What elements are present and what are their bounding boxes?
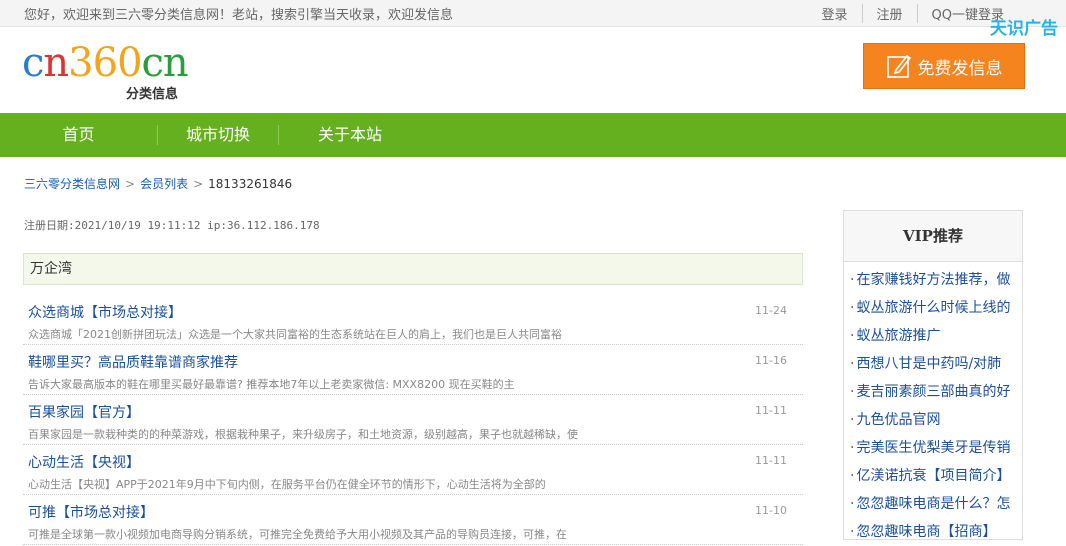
bullet-icon: · [850,356,855,372]
post-title-link[interactable]: 百果家园【官方】 [28,402,140,422]
post-title-link[interactable]: 鞋哪里买？高品质鞋靠谱商家推荐 [28,352,238,372]
logo-number: 360 [68,40,142,86]
register-link[interactable]: 注册 [861,4,917,23]
vip-recommend-panel: VIP推荐 · 在家赚钱好方法推荐，做 · 蚁丛旅游什么时候上线的 · 蚁丛旅游推广 … [843,210,1023,540]
post-date: 11-10 [755,504,787,517]
list-item: 可推【市场总对接】 可推是全球第一款小视频加电商导购分销系统，可推完全免费给予大… [23,496,803,545]
bullet-icon: · [850,496,855,512]
nav-about[interactable]: 关于本站 [279,113,421,157]
vip-list: · 在家赚钱好方法推荐，做 · 蚁丛旅游什么时候上线的 · 蚁丛旅游推广 · 西想八甘是… [844,262,1022,546]
vip-item[interactable]: · 西想八甘是中药吗/对肺 [850,350,1022,378]
logo-suffix: cn [141,40,189,86]
registration-info: 注册日期:2021/10/19 19:11:12 ip:36.112.186.1… [24,219,320,232]
post-date: 11-11 [755,454,787,467]
vip-item[interactable]: · 忽忽趣味电商是什么？怎 [850,490,1022,518]
vip-item[interactable]: · 蚁丛旅游什么时候上线的 [850,294,1022,322]
bullet-icon: · [850,300,855,316]
vip-item[interactable]: · 蚁丛旅游推广 [850,322,1022,350]
bullet-icon: · [850,384,855,400]
breadcrumb-home[interactable]: 三六零分类信息网 [24,177,120,191]
chevron-right-icon: > [193,177,204,191]
list-item: 鞋哪里买？高品质鞋靠谱商家推荐 告诉大家最高版本的鞋在哪里买最好最靠谱? 推荐本… [23,346,803,395]
vip-item[interactable]: · 九色优品官网 [850,406,1022,434]
logo-subtitle: 分类信息 [126,87,179,102]
bullet-icon: · [850,440,855,456]
vip-item[interactable]: · 完美医生优梨美牙是传销 [850,434,1022,462]
bullet-icon: · [850,468,855,484]
post-description: 告诉大家最高版本的鞋在哪里买最好最靠谱? 推荐本地7年以上老卖家微信: MXX8… [28,378,515,391]
nav-home[interactable]: 首页 [0,113,157,157]
breadcrumb-current: 18133261846 [208,177,293,191]
logo-letter-c: c [22,40,44,86]
login-link[interactable]: 登录 [808,4,862,23]
chevron-right-icon: > [125,177,136,191]
company-name: 万企湾 [23,253,803,285]
top-bar: 您好，欢迎来到三六零分类信息网！老站，搜索引擎当天收录，欢迎发信息 登录 注册 … [0,0,1066,27]
vip-panel-title: VIP推荐 [844,211,1022,262]
vip-item[interactable]: · 亿渼诺抗衰【项目简介】 [850,462,1022,490]
post-description: 众选商城「2021创新拼团玩法」众选是一个大家共同富裕的生态系统站在巨人的肩上，… [28,328,562,341]
list-item: 众选商城【市场总对接】 众选商城「2021创新拼团玩法」众选是一个大家共同富裕的… [23,296,803,345]
nav-city-switch[interactable]: 城市切换 [158,113,278,157]
post-date: 11-24 [755,304,787,317]
vip-item[interactable]: · 忽忽趣味电商【招商】 [850,518,1022,546]
post-date: 11-11 [755,404,787,417]
post-date: 11-16 [755,354,787,367]
list-item: 心动生活【央视】 心动生活【央视】APP于2021年9月中下旬内侧，在服务平台仍… [23,446,803,495]
header: cn360cn 分类信息 免费发信息 [0,27,1066,113]
edit-icon [886,54,911,78]
vip-item[interactable]: · 在家赚钱好方法推荐，做 [850,266,1022,294]
top-links: 登录 注册 QQ一键登录 [808,4,1019,23]
vip-item[interactable]: · 麦吉丽素颜三部曲真的好 [850,378,1022,406]
site-logo[interactable]: cn360cn 分类信息 [22,40,189,102]
logo-letter-n: n [43,40,69,86]
main-nav: 首页 城市切换 关于本站 [0,113,1066,157]
list-item: 百果家园【官方】 百果家园是一款栽种类的的种菜游戏，根据栽种果子，来升级房子，和… [23,396,803,445]
bullet-icon: · [850,272,855,288]
post-info-label: 免费发信息 [917,58,1003,79]
post-title-link[interactable]: 可推【市场总对接】 [28,502,154,522]
breadcrumb-members[interactable]: 会员列表 [140,177,188,191]
post-title-link[interactable]: 心动生活【央视】 [28,452,140,472]
post-description: 心动生活【央视】APP于2021年9月中下旬内侧，在服务平台仍在健全环节的情形下… [28,478,546,491]
post-info-button[interactable]: 免费发信息 [863,43,1025,89]
bullet-icon: · [850,412,855,428]
post-title-link[interactable]: 众选商城【市场总对接】 [28,302,182,322]
welcome-text: 您好，欢迎来到三六零分类信息网！老站，搜索引擎当天收录，欢迎发信息 [24,8,454,23]
bullet-icon: · [850,328,855,344]
post-description: 百果家园是一款栽种类的的种菜游戏，根据栽种果子，来升级房子，和土地资源，级别越高… [28,428,578,441]
bullet-icon: · [850,524,855,540]
breadcrumb: 三六零分类信息网 > 会员列表 >18133261846 [24,175,292,192]
post-list: 众选商城【市场总对接】 众选商城「2021创新拼团玩法」众选是一个大家共同富裕的… [23,296,803,546]
post-description: 可推是全球第一款小视频加电商导购分销系统，可推完全免费给予大用小视频及其产品的导… [28,528,567,541]
